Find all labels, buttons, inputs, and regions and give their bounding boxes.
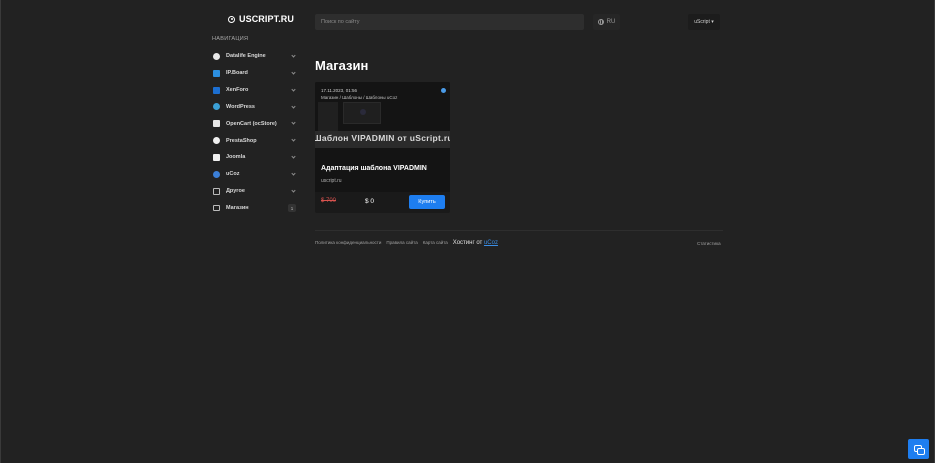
page-title: Магазин (315, 58, 369, 73)
sidebar-item-wordpress[interactable]: WordPress (212, 99, 298, 116)
chevron-down-icon (291, 188, 296, 193)
footer-hosting-prefix: Хостинг от (452, 240, 483, 246)
sidebar-item-joomla[interactable]: Joomla (212, 149, 298, 166)
chevron-down-icon (291, 53, 296, 58)
logo-text: USCRIPT.RU (239, 14, 295, 24)
footer-hosting-link[interactable]: uCoz (484, 240, 498, 246)
navigation-heading: НАВИГАЦИЯ (212, 36, 249, 42)
shopping-bag-icon (213, 205, 220, 212)
sidebar-item-label: XenForo (226, 87, 249, 94)
thumbnail-circle (360, 109, 366, 115)
old-price: $ 700 (321, 198, 337, 204)
sidebar-item-label: Магазин (226, 205, 249, 212)
footer-links: Политика конфиденциальности Правила сайт… (315, 240, 498, 246)
window-frame-left (0, 0, 1, 463)
footer-link-privacy[interactable]: Политика конфиденциальности (315, 240, 381, 245)
opencart-icon (213, 120, 220, 128)
language-label: RU (606, 19, 616, 25)
ipboard-icon (213, 69, 220, 77)
product-thumbnail[interactable]: Шаблон VIPADMIN от uScript.ru 17.11.2023… (315, 82, 450, 192)
footer-divider (315, 230, 723, 231)
sidebar-item-label: Joomla (226, 154, 246, 161)
logo-icon (228, 15, 235, 23)
datalife-engine-icon (213, 52, 220, 60)
globe-icon (597, 19, 604, 25)
footer-link-rules[interactable]: Правила сайта (386, 240, 417, 245)
sidebar-item-label: PrestaShop (226, 137, 257, 144)
chevron-down-icon (291, 171, 296, 176)
box-icon (213, 187, 220, 195)
sidebar-item-other[interactable]: Другое (212, 183, 298, 200)
count-badge: 1 (288, 204, 296, 213)
footer-link-sitemap[interactable]: Карта сайта (423, 240, 448, 245)
status-dot-icon (441, 88, 446, 93)
sidebar-item-opencart[interactable]: OpenCart (ocStore) (212, 115, 298, 132)
product-breadcrumb[interactable]: Магазин / Шаблоны / Шаблоны uCoz (321, 95, 397, 100)
prestashop-icon (213, 137, 220, 145)
current-price: $ 0 (365, 198, 375, 205)
buy-button[interactable]: Купить (409, 195, 445, 209)
xenforo-icon (213, 86, 220, 94)
user-menu-button[interactable]: uScript ▾ (688, 14, 720, 30)
chat-button[interactable] (908, 439, 929, 459)
search-input[interactable] (315, 14, 584, 30)
sidebar-item-label: WordPress (226, 103, 255, 110)
sidebar-item-ucoz[interactable]: uCoz (212, 166, 298, 183)
product-title[interactable]: Адаптация шаблона VIPADMIN (321, 165, 427, 172)
chevron-down-icon (291, 70, 296, 75)
sidebar-item-xenforo[interactable]: XenForo (212, 82, 298, 99)
chevron-down-icon (291, 154, 296, 159)
chevron-down-icon (291, 137, 296, 142)
sidebar-item-label: IP.Board (226, 70, 248, 77)
sidebar-item-label: uCoz (226, 171, 240, 178)
footer-link-stats[interactable]: Статистика (697, 241, 721, 246)
user-menu-label: uScript ▾ (694, 19, 714, 25)
chevron-down-icon (291, 87, 296, 92)
sidebar-nav: Datalife Engine IP.Board XenForo WordPre… (212, 48, 298, 216)
sidebar-item-label: Datalife Engine (226, 53, 266, 60)
language-selector[interactable]: RU (593, 14, 620, 30)
sidebar-item-ipboard[interactable]: IP.Board (212, 65, 298, 82)
product-author[interactable]: uscript.ru (321, 178, 342, 184)
wordpress-icon (213, 103, 220, 111)
sidebar-item-shop[interactable]: Магазин 1 (212, 200, 298, 217)
sidebar-item-label: OpenCart (ocStore) (226, 120, 277, 127)
chevron-down-icon (291, 120, 296, 125)
thumbnail-banner-text: Шаблон VIPADMIN от uScript.ru (315, 133, 450, 143)
product-card[interactable]: Шаблон VIPADMIN от uScript.ru 17.11.2023… (315, 82, 450, 213)
product-date: 17.11.2023, 01:56 (321, 88, 357, 93)
chat-icon (914, 445, 925, 455)
sidebar-item-prestashop[interactable]: PrestaShop (212, 132, 298, 149)
sidebar-item-label: Другое (226, 188, 245, 195)
footer-hosting: Хостинг от uCoz (453, 240, 498, 246)
site-logo[interactable]: USCRIPT.RU (228, 13, 294, 25)
joomla-icon (213, 153, 220, 161)
ucoz-icon (213, 170, 220, 178)
sidebar-item-datalife-engine[interactable]: Datalife Engine (212, 48, 298, 65)
chevron-down-icon (291, 103, 296, 109)
